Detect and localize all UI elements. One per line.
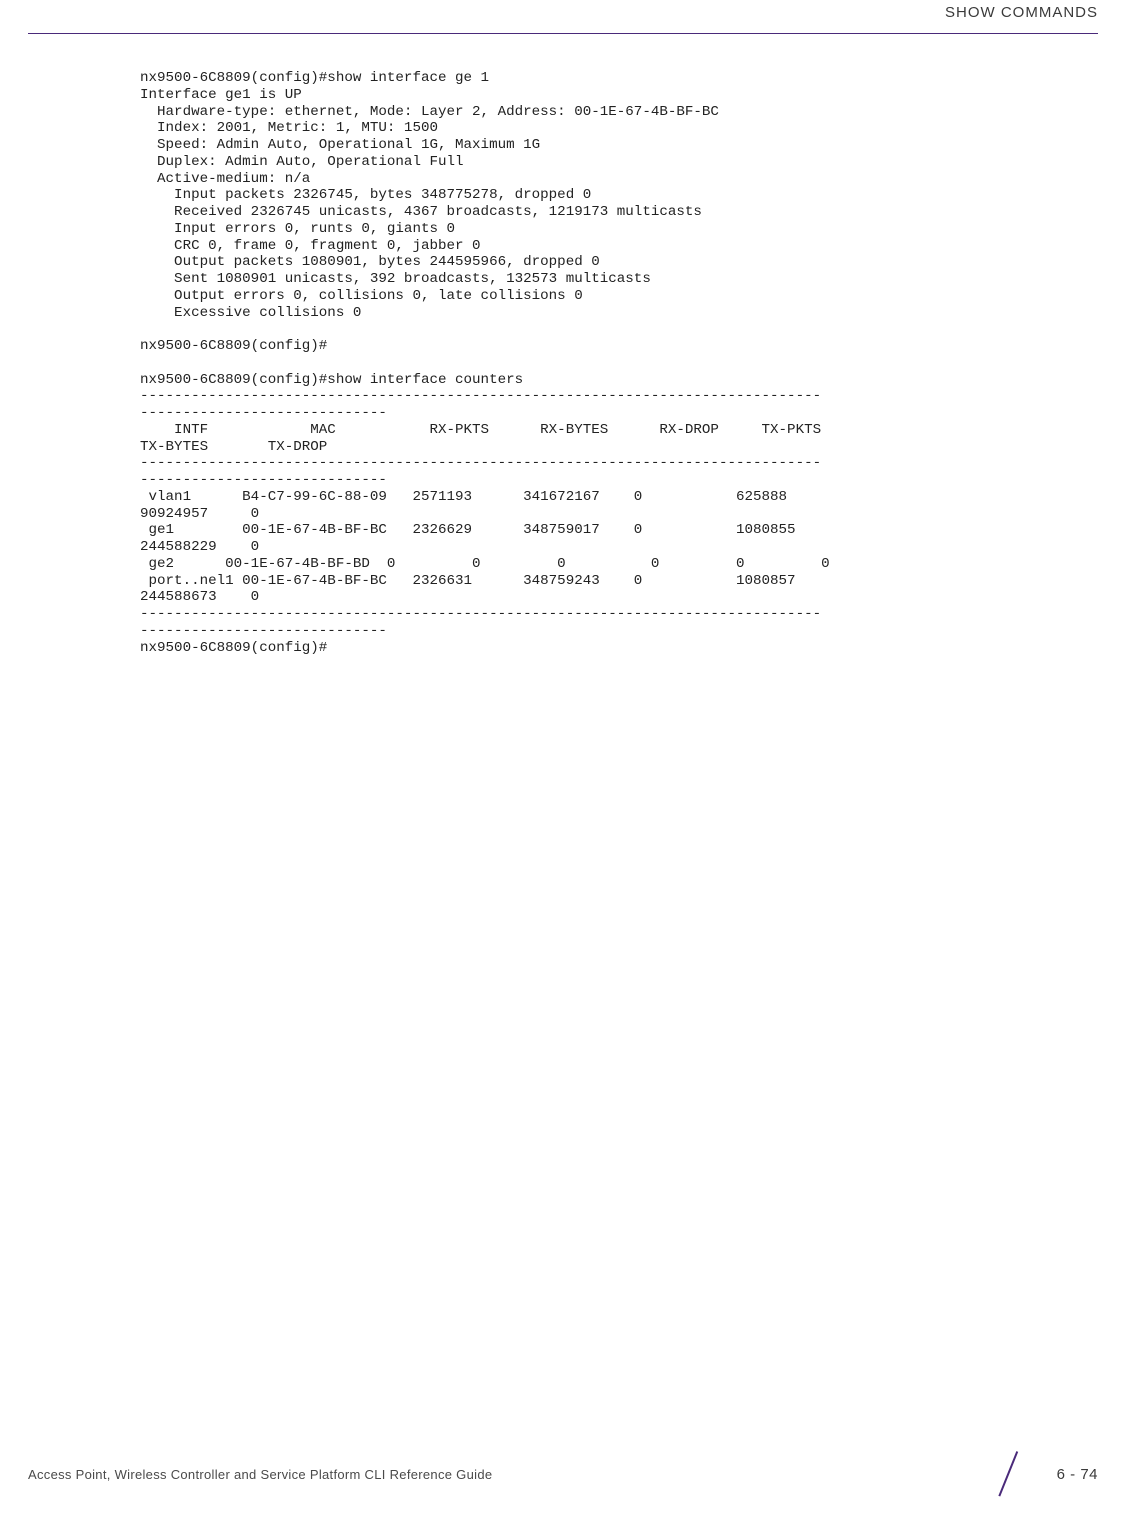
cli-line: Input errors 0, runts 0, giants 0	[140, 221, 455, 237]
cli-table-row: 244588673 0	[140, 589, 259, 605]
cli-table-header: INTF MAC RX-PKTS RX-BYTES RX-DROP TX-PKT…	[140, 422, 855, 438]
cli-line: Excessive collisions 0	[140, 305, 361, 321]
cli-table-row: ge2 00-1E-67-4B-BF-BD 0 0 0 0 0 0	[140, 556, 830, 572]
cli-output: nx9500-6C8809(config)#show interface ge …	[0, 34, 1126, 656]
cli-table-row: 90924957 0	[140, 506, 259, 522]
cli-separator: -----------------------------	[140, 472, 387, 488]
cli-line: Duplex: Admin Auto, Operational Full	[140, 154, 464, 170]
cli-table-header: TX-BYTES TX-DROP	[140, 439, 327, 455]
cli-line: nx9500-6C8809(config)#show interface cou…	[140, 372, 523, 388]
cli-separator: ----------------------------------------…	[140, 606, 821, 622]
page-number: 6 - 74	[1057, 1466, 1098, 1483]
cli-line: Received 2326745 unicasts, 4367 broadcas…	[140, 204, 702, 220]
cli-line: nx9500-6C8809(config)#show interface ge …	[140, 70, 489, 86]
cli-separator: -----------------------------	[140, 623, 387, 639]
cli-line: Output packets 1080901, bytes 244595966,…	[140, 254, 600, 270]
cli-separator: -----------------------------	[140, 405, 387, 421]
cli-separator: ----------------------------------------…	[140, 388, 821, 404]
cli-line: Input packets 2326745, bytes 348775278, …	[140, 187, 591, 203]
footer-slash-icon	[977, 1454, 1039, 1494]
cli-line: Hardware-type: ethernet, Mode: Layer 2, …	[140, 104, 719, 120]
cli-table-row: 244588229 0	[140, 539, 259, 555]
cli-line: nx9500-6C8809(config)#	[140, 640, 327, 656]
footer-text: Access Point, Wireless Controller and Se…	[28, 1467, 492, 1482]
cli-table-row: ge1 00-1E-67-4B-BF-BC 2326629 348759017 …	[140, 522, 830, 538]
footer: Access Point, Wireless Controller and Se…	[28, 1454, 1098, 1494]
cli-separator: ----------------------------------------…	[140, 455, 821, 471]
cli-table-row: port..nel1 00-1E-67-4B-BF-BC 2326631 348…	[140, 573, 830, 589]
cli-line: CRC 0, frame 0, fragment 0, jabber 0	[140, 238, 481, 254]
cli-line: nx9500-6C8809(config)#	[140, 338, 327, 354]
cli-line: Interface ge1 is UP	[140, 87, 302, 103]
header-title: SHOW COMMANDS	[0, 0, 1126, 21]
cli-table-row: vlan1 B4-C7-99-6C-88-09 2571193 34167216…	[140, 489, 830, 505]
cli-line: Output errors 0, collisions 0, late coll…	[140, 288, 583, 304]
cli-line: Active-medium: n/a	[140, 171, 310, 187]
footer-right: 6 - 74	[977, 1454, 1098, 1494]
cli-line: Speed: Admin Auto, Operational 1G, Maxim…	[140, 137, 540, 153]
cli-line: Index: 2001, Metric: 1, MTU: 1500	[140, 120, 438, 136]
cli-line: Sent 1080901 unicasts, 392 broadcasts, 1…	[140, 271, 651, 287]
